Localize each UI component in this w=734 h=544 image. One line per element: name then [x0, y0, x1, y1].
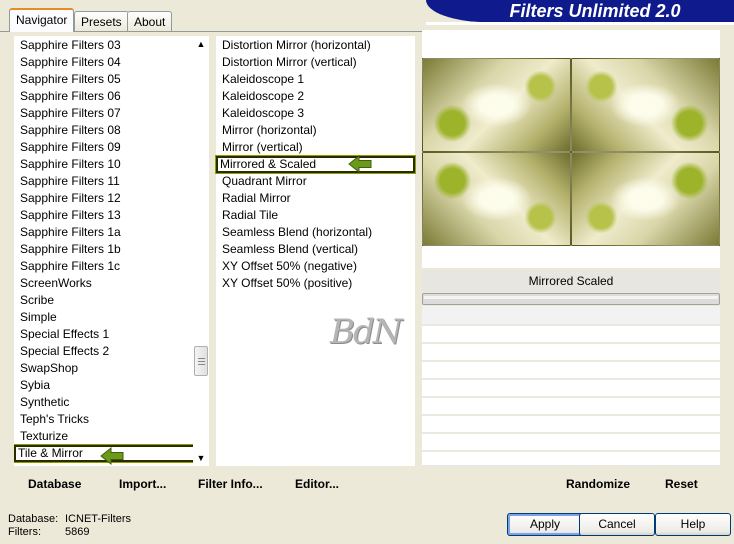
arrow-left-icon [100, 446, 124, 466]
filter-list-item[interactable]: Mirrored & Scaled [215, 155, 416, 174]
left-toolbar: Database Import... Filter Info... Editor… [14, 469, 415, 496]
parameter-slot [422, 380, 720, 397]
app-title-banner: Filters Unlimited 2.0 [426, 0, 734, 22]
apply-button[interactable]: Apply [507, 513, 583, 536]
scrollbar-thumb[interactable] [194, 346, 208, 376]
parameter-slot [422, 416, 720, 433]
category-list-item[interactable]: Simple [14, 309, 209, 326]
filter-list-item[interactable]: XY Offset 50% (positive) [216, 275, 415, 292]
filter-list-item[interactable]: Distortion Mirror (horizontal) [216, 37, 415, 54]
scroll-up-icon[interactable]: ▲ [193, 36, 209, 52]
editor-button[interactable]: Editor... [295, 477, 339, 491]
filter-list-item[interactable]: Kaleidoscope 1 [216, 71, 415, 88]
category-list-item[interactable]: Sapphire Filters 1b [14, 241, 209, 258]
randomize-button[interactable]: Randomize [566, 477, 630, 491]
category-list-item[interactable]: Sapphire Filters 11 [14, 173, 209, 190]
import-button[interactable]: Import... [119, 477, 166, 491]
category-list-item[interactable]: Sapphire Filters 05 [14, 71, 209, 88]
filters-count-label: Filters: [8, 526, 41, 538]
cancel-button[interactable]: Cancel [579, 513, 655, 536]
parameter-slot [422, 362, 720, 379]
category-list-item[interactable]: Teph's Tricks [14, 411, 209, 428]
database-button[interactable]: Database [28, 477, 81, 491]
filter-list-item[interactable]: XY Offset 50% (negative) [216, 258, 415, 275]
preview-filter-title: Mirrored Scaled [422, 270, 720, 292]
filter-list-item[interactable]: Quadrant Mirror [216, 173, 415, 190]
filter-list-item[interactable]: Mirror (horizontal) [216, 122, 415, 139]
category-list-item[interactable]: Sybia [14, 377, 209, 394]
category-list-item[interactable]: Sapphire Filters 1c [14, 258, 209, 275]
parameter-slot [422, 326, 720, 343]
category-list-item[interactable]: Texturize [14, 428, 209, 445]
category-list-item[interactable]: Special Effects 1 [14, 326, 209, 343]
category-list-item[interactable]: Sapphire Filters 03 [14, 37, 209, 54]
parameter-slot [422, 306, 720, 325]
help-button[interactable]: Help [655, 513, 731, 536]
category-list-item[interactable]: Sapphire Filters 07 [14, 105, 209, 122]
preview-image [422, 58, 720, 246]
filter-list-item[interactable]: Seamless Blend (vertical) [216, 241, 415, 258]
category-list-item[interactable]: Sapphire Filters 1a [14, 224, 209, 241]
category-list-item[interactable]: Sapphire Filters 06 [14, 88, 209, 105]
reset-button[interactable]: Reset [665, 477, 698, 491]
filter-list-item[interactable]: Radial Tile [216, 207, 415, 224]
tab-presets[interactable]: Presets [74, 11, 129, 31]
scroll-down-icon[interactable]: ▼ [193, 450, 209, 466]
category-list-item[interactable]: Sapphire Filters 13 [14, 207, 209, 224]
category-list-item[interactable]: Sapphire Filters 04 [14, 54, 209, 71]
parameter-slot [422, 398, 720, 415]
filter-list-item[interactable]: Kaleidoscope 3 [216, 105, 415, 122]
filters-count-value: 5869 [65, 526, 90, 538]
database-value: ICNET-Filters [65, 513, 131, 525]
category-scrollbar[interactable]: ▲ ▼ [193, 36, 209, 466]
category-list-item[interactable]: Sapphire Filters 10 [14, 156, 209, 173]
category-list-item[interactable]: Sapphire Filters 08 [14, 122, 209, 139]
parameter-slot [422, 452, 720, 466]
filter-list-item[interactable]: Seamless Blend (horizontal) [216, 224, 415, 241]
arrow-left-icon [348, 154, 372, 174]
tab-navigator[interactable]: Navigator [9, 8, 75, 32]
filter-list-item[interactable]: Kaleidoscope 2 [216, 88, 415, 105]
category-list-item[interactable]: SwapShop [14, 360, 209, 377]
parameter-slot [422, 344, 720, 361]
tab-about[interactable]: About [127, 11, 173, 31]
parameter-slider[interactable] [422, 293, 720, 305]
filter-list-item[interactable]: Mirror (vertical) [216, 139, 415, 156]
category-list-item[interactable]: ScreenWorks [14, 275, 209, 292]
filter-list-item[interactable]: Radial Mirror [216, 190, 415, 207]
banner-edge [426, 22, 734, 25]
database-label: Database: [8, 513, 59, 525]
watermark-signature: BdN [330, 312, 402, 352]
parameter-slot [422, 434, 720, 451]
category-list-item[interactable]: Sapphire Filters 09 [14, 139, 209, 156]
category-list[interactable]: Sapphire Filters 03 Sapphire Filters 04 Sa… [14, 36, 209, 466]
category-list-item[interactable]: Special Effects 2 [14, 343, 209, 360]
filter-list-item[interactable]: Distortion Mirror (vertical) [216, 54, 415, 71]
category-list-item[interactable]: Sapphire Filters 12 [14, 190, 209, 207]
filter-info-button[interactable]: Filter Info... [198, 477, 263, 491]
category-list-item[interactable]: Synthetic [14, 394, 209, 411]
right-toolbar: Randomize Reset [422, 469, 720, 496]
category-list-item[interactable]: Scribe [14, 292, 209, 309]
filter-list[interactable]: Distortion Mirror (horizontal) Distortion… [215, 36, 416, 466]
